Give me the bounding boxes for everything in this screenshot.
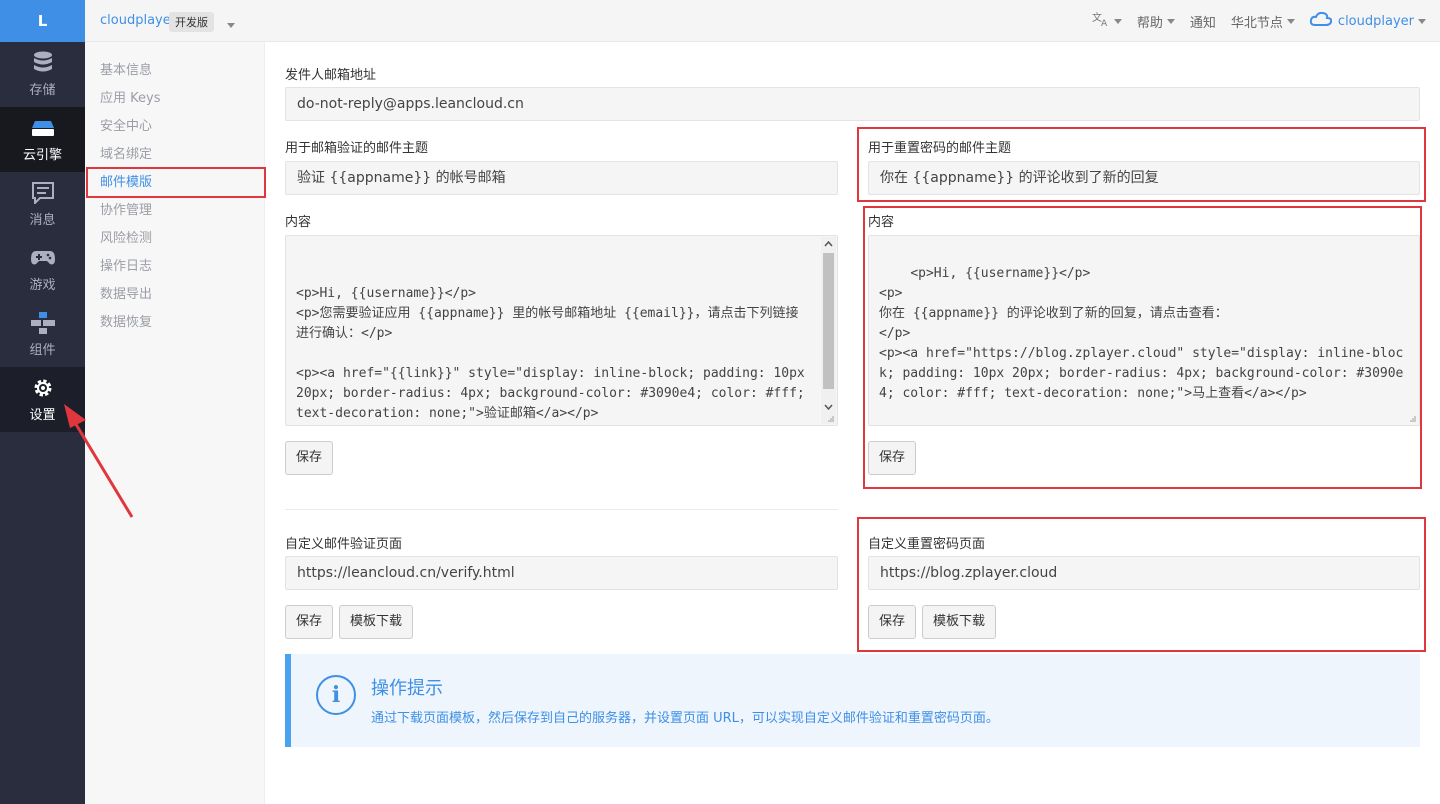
verify-content-label: 内容 [285, 215, 312, 230]
nav-message-label: 消息 [29, 213, 56, 228]
info-icon: i [316, 675, 356, 715]
user-name: cloudplayer [1337, 13, 1414, 29]
nav-storage-label: 存储 [29, 83, 56, 98]
verify-subject-input[interactable]: 验证 {{appname}} 的帐号邮箱 [285, 161, 838, 195]
verify-save-button[interactable]: 保存 [285, 441, 334, 475]
nav-engine-label: 云引擎 [22, 148, 62, 163]
components-icon [30, 311, 56, 335]
resize-grip-icon[interactable] [827, 415, 835, 423]
tip-title: 操作提示 [371, 678, 443, 699]
settings-submenu: 基本信息 应用 Keys 安全中心 域名绑定 邮件模版 协作管理 风险检测 操作… [85, 42, 265, 804]
submenu-collaborators[interactable]: 协作管理 [85, 197, 264, 225]
nav-storage[interactable]: 存储 [0, 42, 85, 107]
notify-link[interactable]: 通知 [1190, 12, 1216, 31]
gamepad-icon [30, 246, 56, 270]
user-caret-icon [1418, 18, 1426, 24]
top-bar: cloudplayer 开发版 文A 帮助 通知 华北节点 cloudplaye… [85, 0, 1440, 42]
svg-text:A: A [1101, 19, 1108, 27]
scroll-down-icon[interactable] [821, 400, 836, 414]
app-plan-badge: 开发版 [169, 12, 214, 32]
server-icon [30, 116, 56, 140]
submenu-app-keys[interactable]: 应用 Keys [85, 85, 264, 113]
nav-game-label: 游戏 [29, 278, 56, 293]
custom-verify-input[interactable]: https://leancloud.cn/verify.html [285, 556, 838, 590]
app-name[interactable]: cloudplayer [100, 13, 176, 28]
translate-icon: 文A [1092, 11, 1110, 31]
custom-verify-download-button[interactable]: 模板下载 [339, 605, 414, 639]
region-caret-icon [1286, 18, 1295, 24]
submenu-basic-info[interactable]: 基本信息 [85, 57, 264, 85]
annotation-box-reset-content [863, 206, 1422, 489]
user-menu[interactable]: cloudplayer [1309, 11, 1426, 30]
nav-settings[interactable]: 设置 [0, 367, 85, 432]
message-icon [30, 181, 56, 205]
custom-verify-save-button[interactable]: 保存 [285, 605, 334, 639]
help-menu[interactable]: 帮助 [1137, 12, 1175, 31]
left-nav: L 存储 云引擎 消息 游戏 组件 设置 [0, 0, 85, 804]
submenu-logs[interactable]: 操作日志 [85, 253, 264, 281]
nav-components[interactable]: 组件 [0, 302, 85, 367]
verify-content-textarea[interactable]: <p>Hi, {{username}}</p> <p>您需要验证应用 {{app… [285, 235, 838, 426]
nav-components-label: 组件 [29, 343, 56, 358]
region-menu[interactable]: 华北节点 [1231, 12, 1295, 31]
verify-content-text: <p>Hi, {{username}}</p> <p>您需要验证应用 {{app… [296, 286, 805, 421]
sender-input[interactable]: do-not-reply@apps.leancloud.cn [285, 87, 1420, 121]
language-caret-icon [1113, 18, 1122, 24]
annotation-box-reset-subject [857, 127, 1426, 202]
tip-text: 通过下载页面模板，然后保存到自己的服务器，并设置页面 URL，可以实现自定义邮件… [371, 711, 999, 726]
language-menu[interactable]: 文A [1092, 11, 1122, 31]
annotation-box-custom-reset [857, 517, 1426, 652]
submenu-restore[interactable]: 数据恢复 [85, 309, 264, 337]
verify-content-scrollbar[interactable] [821, 237, 836, 424]
nav-settings-label: 设置 [29, 408, 56, 423]
submenu-security[interactable]: 安全中心 [85, 113, 264, 141]
scroll-up-icon[interactable] [821, 237, 836, 251]
submenu-domain[interactable]: 域名绑定 [85, 141, 264, 169]
nav-message[interactable]: 消息 [0, 172, 85, 237]
app-logo[interactable]: L [0, 0, 85, 42]
region-label: 华北节点 [1230, 15, 1283, 31]
submenu-export[interactable]: 数据导出 [85, 281, 264, 309]
verify-subject-label: 用于邮箱验证的邮件主题 [285, 141, 429, 156]
app-switcher-caret-icon[interactable] [223, 18, 235, 33]
annotation-box-submenu [86, 167, 266, 198]
database-icon [30, 51, 56, 75]
gear-icon [30, 376, 56, 400]
scroll-thumb[interactable] [823, 253, 834, 389]
nav-engine[interactable]: 云引擎 [0, 107, 85, 172]
operation-tip: i 操作提示 通过下载页面模板，然后保存到自己的服务器，并设置页面 URL，可以… [285, 654, 1420, 747]
section-divider [285, 509, 838, 510]
custom-verify-label: 自定义邮件验证页面 [285, 537, 403, 552]
sender-label: 发件人邮箱地址 [285, 68, 377, 83]
help-caret-icon [1166, 18, 1175, 24]
help-label: 帮助 [1136, 15, 1163, 31]
submenu-risk[interactable]: 风险检测 [85, 225, 264, 253]
nav-game[interactable]: 游戏 [0, 237, 85, 302]
cloud-user-icon [1309, 11, 1333, 30]
